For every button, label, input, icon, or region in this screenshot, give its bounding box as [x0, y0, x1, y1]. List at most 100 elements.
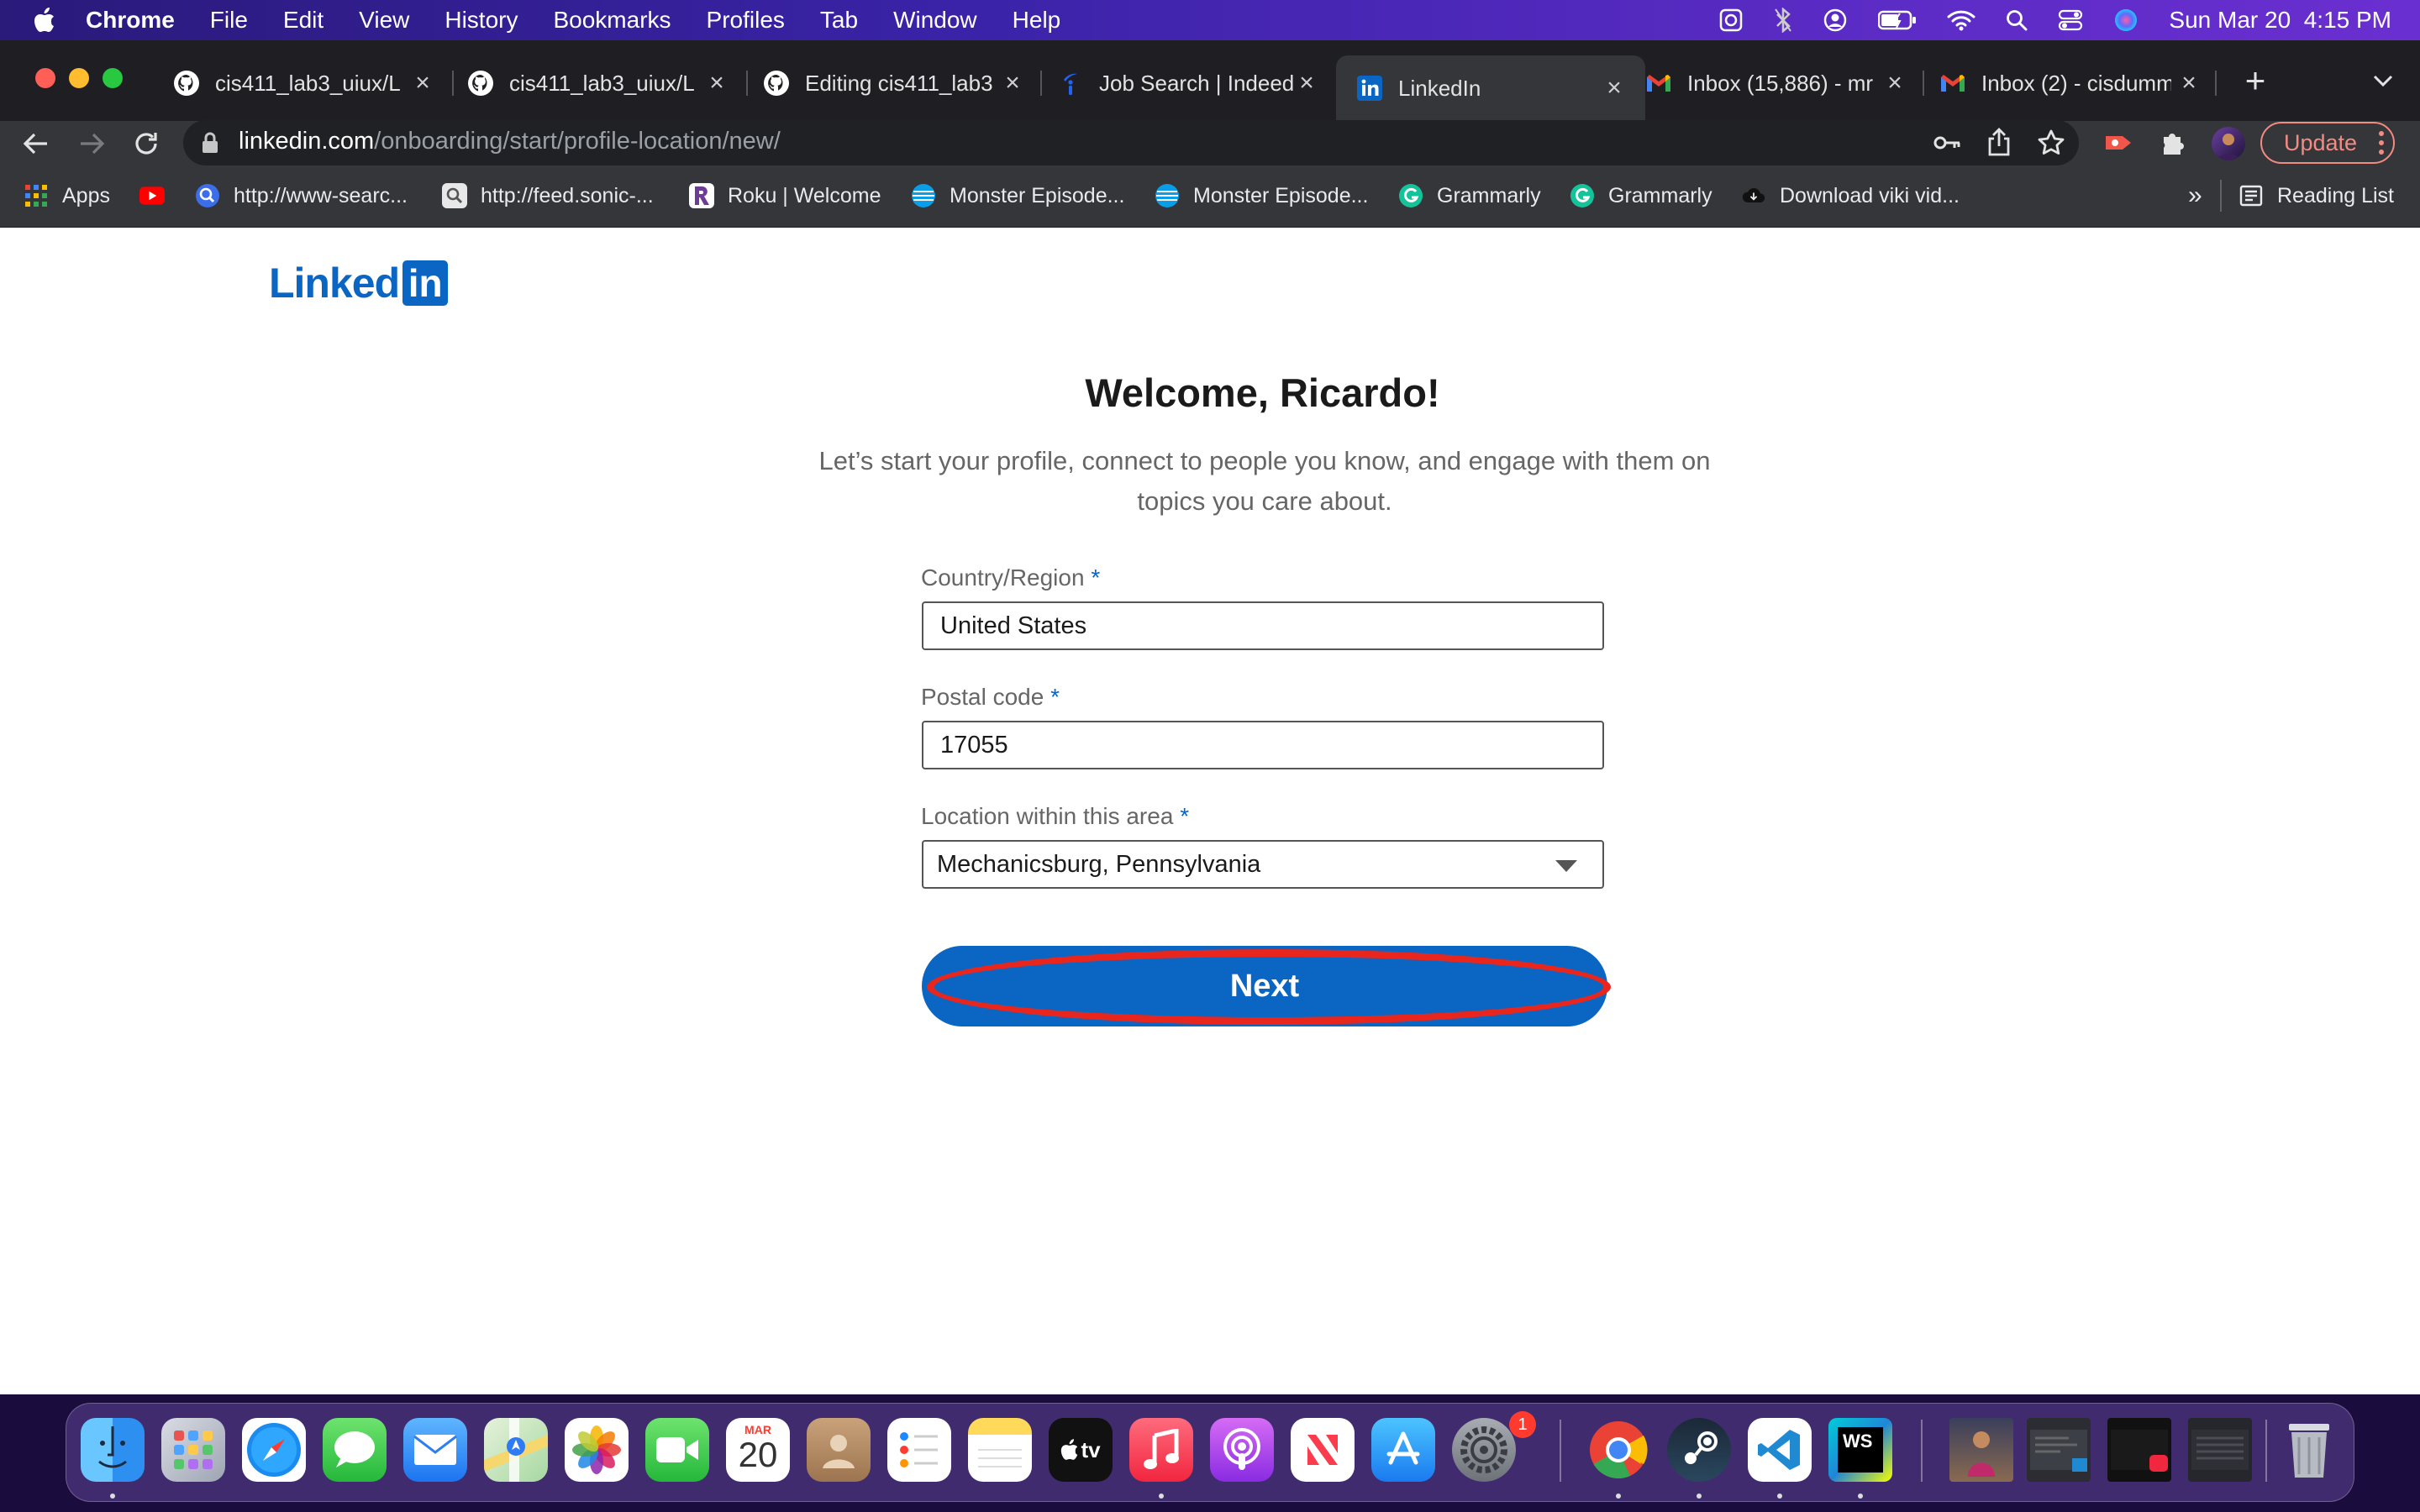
dock-news[interactable] [1291, 1418, 1355, 1482]
menu-history[interactable]: History [445, 7, 518, 34]
url-text[interactable]: linkedin.com/onboarding/start/profile-lo… [239, 128, 781, 155]
dock-safari[interactable] [242, 1418, 306, 1482]
profile-avatar[interactable] [2212, 127, 2245, 160]
dock-notes[interactable] [968, 1418, 1032, 1482]
back-arrow-icon[interactable] [22, 129, 50, 158]
update-button[interactable]: Update [2260, 122, 2395, 164]
share-icon[interactable] [1986, 128, 2012, 156]
siri-icon[interactable] [2113, 8, 2139, 33]
tab-close-icon[interactable]: × [1000, 71, 1025, 96]
bookmark-monster-2[interactable]: Monster Episode... [1155, 179, 1368, 213]
dock-photos[interactable] [565, 1418, 629, 1482]
dock-minimized-window-2[interactable] [2107, 1418, 2171, 1482]
menu-app-name[interactable]: Chrome [86, 7, 175, 34]
spotlight-search-icon[interactable] [2006, 9, 2028, 31]
tab-close-icon[interactable]: × [2176, 71, 2202, 96]
linkedin-logo[interactable]: Linked in [269, 260, 449, 307]
password-key-icon[interactable] [1933, 131, 1961, 155]
reload-icon[interactable] [131, 129, 161, 159]
tab-gmail-1[interactable]: Inbox (15,886) - mr × [1645, 59, 1907, 108]
menu-edit[interactable]: Edit [283, 7, 324, 34]
window-zoom-button[interactable] [103, 68, 123, 88]
extension-record-icon[interactable] [2104, 131, 2133, 155]
reading-list-button[interactable]: Reading List [2238, 179, 2394, 213]
dock-vscode[interactable] [1748, 1418, 1812, 1482]
bookmark-viki[interactable]: Download viki vid... [1741, 179, 1960, 213]
dock-minimized-window-3[interactable] [2188, 1418, 2252, 1482]
dock-chrome[interactable] [1586, 1418, 1650, 1482]
bookmark-feed-sonic[interactable]: http://feed.sonic-... [442, 179, 654, 213]
tab-close-icon[interactable]: × [1882, 71, 1907, 96]
tab-github-1[interactable]: cis411_lab3_uiux/L × [173, 59, 435, 108]
tab-github-2[interactable]: cis411_lab3_uiux/L × [467, 59, 729, 108]
bookmark-monster-1[interactable]: Monster Episode... [911, 179, 1124, 213]
running-indicator [1697, 1494, 1702, 1499]
tab-close-icon[interactable]: × [704, 71, 729, 96]
tab-search-chevron-icon[interactable] [2371, 72, 2395, 89]
bookmark-www-search[interactable]: http://www-searc... [195, 179, 408, 213]
menu-view[interactable]: View [359, 7, 409, 34]
bookmark-star-icon[interactable] [2037, 129, 2065, 157]
photos-flower-icon [572, 1425, 621, 1474]
lock-icon[interactable] [202, 132, 218, 154]
status-app-icon[interactable] [1718, 8, 1744, 33]
url-path: /onboarding/start/profile-location/new/ [374, 128, 781, 155]
next-button[interactable]: Next [922, 946, 1607, 1026]
dock-mail[interactable] [403, 1418, 467, 1482]
dock-apple-tv[interactable]: tv [1049, 1418, 1113, 1482]
new-tab-plus-icon[interactable]: + [2238, 63, 2272, 98]
menubar-datetime[interactable]: Sun Mar 20 4:15 PM [2169, 7, 2391, 34]
dock-finder[interactable] [81, 1418, 145, 1482]
dock-facetime[interactable] [645, 1418, 709, 1482]
dock-music[interactable] [1129, 1418, 1193, 1482]
bookmark-grammarly-2[interactable]: Grammarly [1570, 179, 1712, 213]
bluetooth-icon[interactable] [1774, 8, 1792, 33]
tab-gmail-2[interactable]: Inbox (2) - cisdumm × [1939, 59, 2202, 108]
user-account-icon[interactable] [1823, 8, 1848, 33]
dock-launchpad[interactable] [161, 1418, 225, 1482]
tab-indeed[interactable]: Job Search | Indeed × [1057, 59, 1319, 108]
bookmark-roku[interactable]: Roku | Welcome [689, 179, 881, 213]
apple-icon[interactable] [34, 8, 55, 33]
tab-close-icon[interactable]: × [410, 71, 435, 96]
tab-linkedin[interactable]: LinkedIn × [1336, 55, 1645, 121]
wifi-icon[interactable] [1947, 9, 1975, 31]
forward-arrow-icon[interactable] [77, 129, 106, 158]
menu-tab[interactable]: Tab [820, 7, 858, 34]
dock-maps[interactable] [484, 1418, 548, 1482]
dock-app-store[interactable] [1371, 1418, 1435, 1482]
postal-code-field[interactable]: 17055 [922, 721, 1604, 769]
dock-calendar[interactable]: MAR 20 [726, 1418, 790, 1482]
dock-webstorm[interactable]: WS [1828, 1418, 1892, 1482]
bookmark-youtube[interactable] [139, 179, 178, 213]
tab-close-icon[interactable]: × [1602, 76, 1627, 101]
dock-podcasts[interactable] [1210, 1418, 1274, 1482]
menu-file[interactable]: File [210, 7, 248, 34]
menu-window[interactable]: Window [893, 7, 977, 34]
tab-close-icon[interactable]: × [1294, 71, 1319, 96]
bookmarks-overflow-chevron-icon[interactable]: » [2188, 181, 2202, 210]
menu-bookmarks[interactable]: Bookmarks [553, 7, 671, 34]
dock-system-preferences[interactable] [1452, 1418, 1516, 1482]
menu-help[interactable]: Help [1013, 7, 1061, 34]
battery-icon[interactable] [1878, 9, 1917, 31]
bookmark-grammarly-1[interactable]: Grammarly [1398, 179, 1541, 213]
dock-reminders[interactable] [887, 1418, 951, 1482]
control-center-icon[interactable] [2058, 9, 2083, 31]
dock-steam[interactable] [1667, 1418, 1731, 1482]
dock-messages[interactable] [323, 1418, 387, 1482]
window-close-button[interactable] [35, 68, 55, 88]
magnifier-icon [442, 183, 467, 208]
menu-profiles[interactable]: Profiles [707, 7, 785, 34]
location-select[interactable]: Mechanicsburg, Pennsylvania [922, 840, 1604, 889]
window-minimize-button[interactable] [69, 68, 89, 88]
chrome-menu-kebab-icon[interactable] [2376, 129, 2386, 156]
dock-minimized-window-1[interactable] [2027, 1418, 2091, 1482]
bookmark-apps[interactable]: Apps [24, 179, 110, 213]
country-region-field[interactable]: United States [922, 601, 1604, 650]
tab-github-editing[interactable]: Editing cis411_lab3 × [763, 59, 1025, 108]
dock-contacts[interactable] [807, 1418, 871, 1482]
dock-trash[interactable] [2277, 1418, 2341, 1482]
extensions-puzzle-icon[interactable] [2160, 129, 2186, 156]
dock-recent-photo[interactable] [1949, 1418, 2013, 1482]
